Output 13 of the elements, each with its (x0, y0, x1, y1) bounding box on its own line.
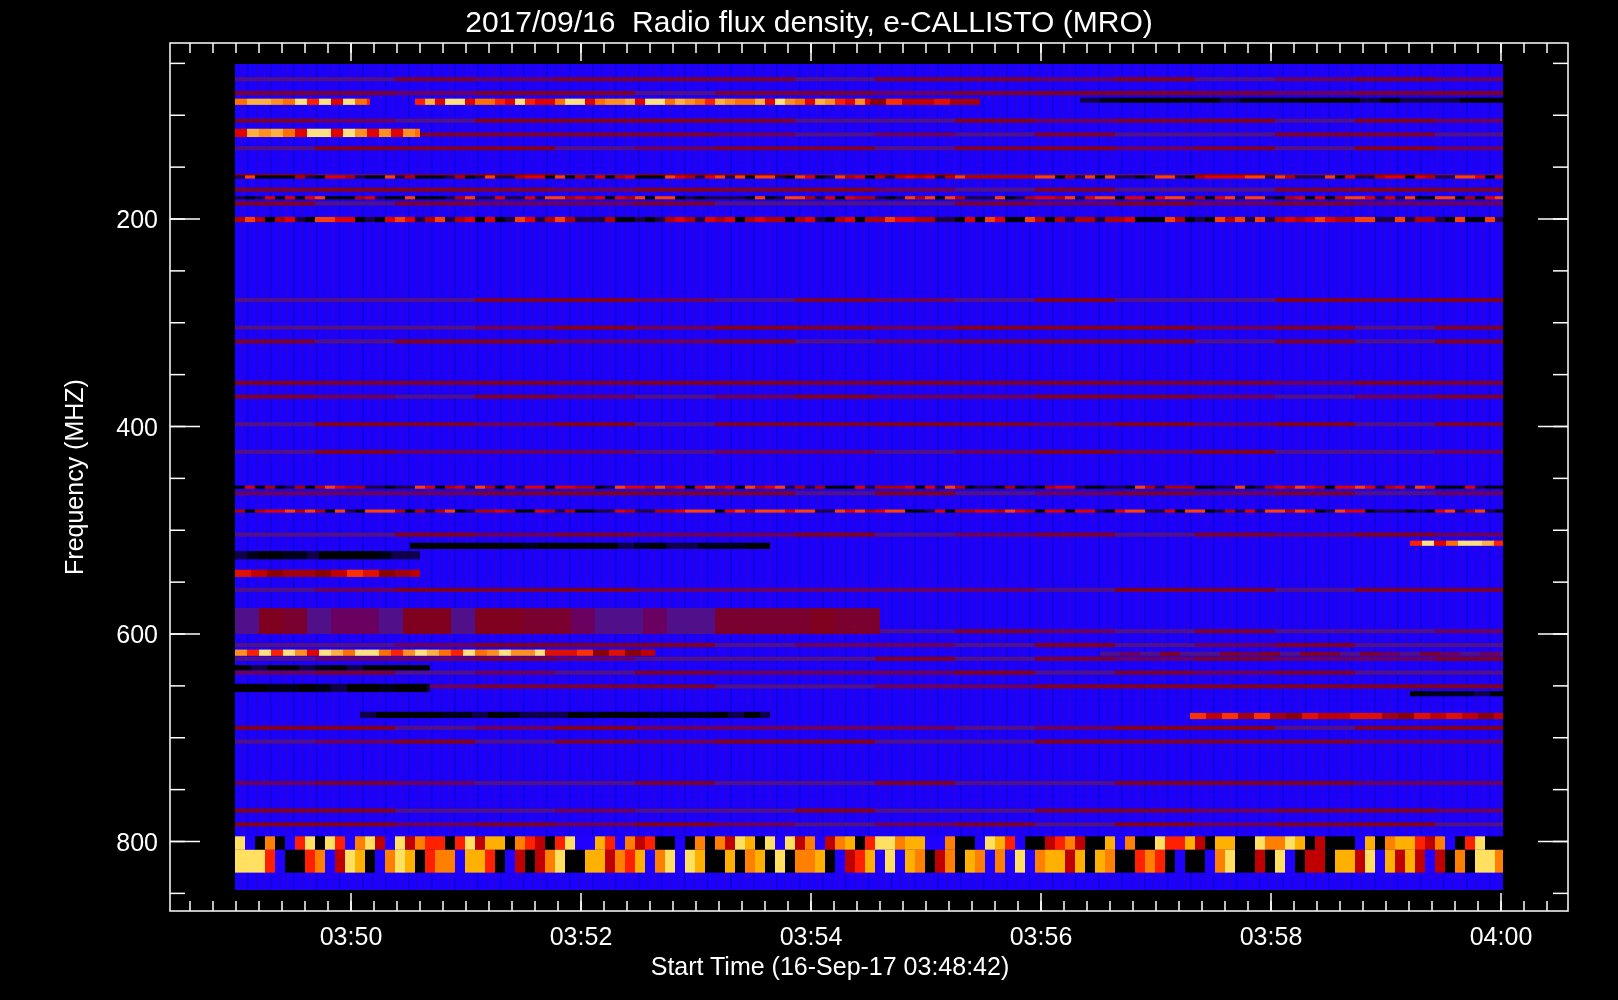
tick-label: 03:56 (1009, 922, 1073, 950)
tick-label: 800 (116, 827, 158, 856)
axis-label: Frequency (MHZ) (60, 379, 88, 575)
tick-label: 03:58 (1239, 922, 1303, 950)
tick-label: 200 (116, 205, 158, 233)
tick-label: 600 (116, 620, 158, 648)
tick-label: 03:50 (319, 922, 383, 950)
tick-label: 400 (116, 412, 158, 441)
tick-label: 03:52 (549, 922, 613, 950)
tick-label: 03:54 (779, 922, 843, 950)
chart-title: 2017/09/16 Radio flux density, e-CALLISTO (MRO) (465, 5, 1153, 38)
axis-label: Start Time (16-Sep-17 03:48:42) (650, 952, 1010, 980)
tick-label: 04:00 (1469, 922, 1533, 950)
